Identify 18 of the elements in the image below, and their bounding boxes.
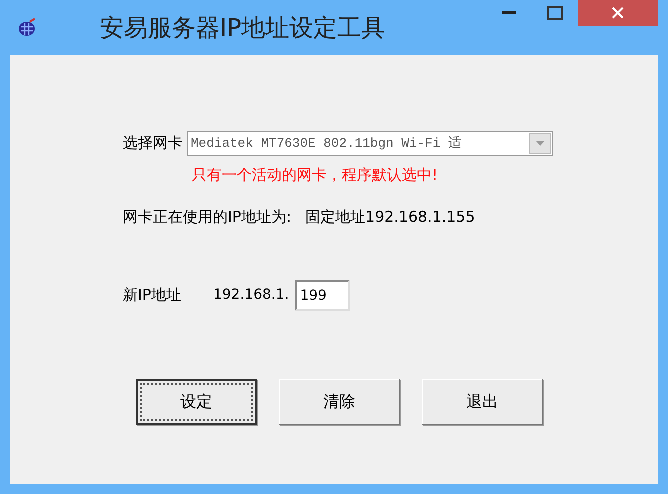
maximize-icon xyxy=(547,6,563,20)
current-ip-label: 网卡正在使用的IP地址为: xyxy=(123,206,292,228)
adapter-dropdown[interactable]: Mediatek MT7630E 802.11bgn Wi-Fi 适 xyxy=(187,131,553,156)
ip-input-field[interactable]: 199 xyxy=(295,280,350,311)
close-button[interactable] xyxy=(578,0,658,26)
app-icon xyxy=(16,16,38,38)
adapter-label: 选择网卡 xyxy=(123,133,183,154)
dialog-button[interactable]: 退出 xyxy=(422,379,543,425)
window-title: 安易服务器IP地址设定工具 xyxy=(100,12,386,44)
current-ip-value: 固定地址192.168.1.155 xyxy=(306,206,476,228)
ip-prefix: 192.168.1. xyxy=(213,286,290,305)
minimize-icon xyxy=(502,11,516,15)
dialog-button[interactable]: 设定 xyxy=(136,379,257,425)
notice-text: 只有一个活动的网卡，程序默认选中! xyxy=(192,165,440,186)
close-icon xyxy=(611,6,625,20)
dialog-button[interactable]: 清除 xyxy=(279,379,400,425)
dropdown-arrow-icon xyxy=(536,141,544,146)
new-ip-label: 新IP地址 xyxy=(123,285,182,306)
